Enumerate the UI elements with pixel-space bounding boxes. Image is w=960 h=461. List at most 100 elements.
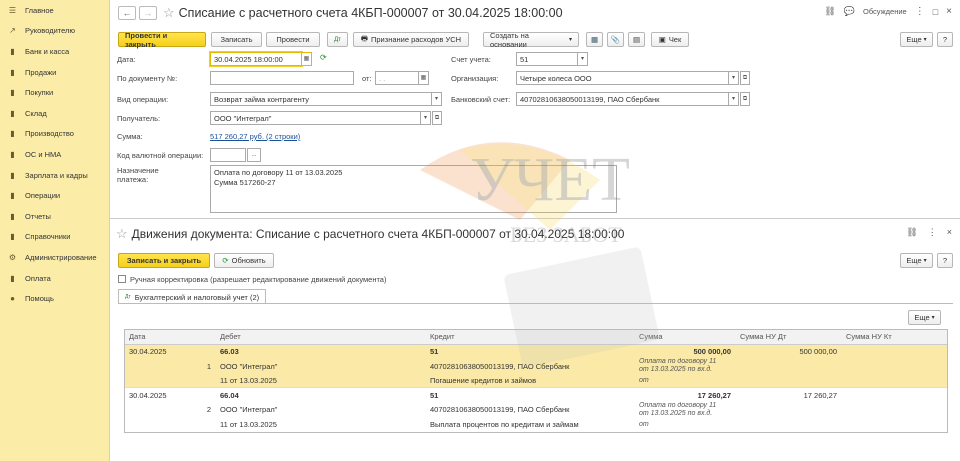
maximize-icon[interactable]: □: [933, 7, 938, 17]
calendar-icon[interactable]: ▦: [419, 71, 429, 85]
select-button[interactable]: ...: [247, 148, 261, 162]
cell-sum[interactable]: 17 260,27: [635, 391, 736, 400]
movements-more-button[interactable]: Еще ▾: [900, 253, 933, 268]
sidebar-item-13[interactable]: ▮ Оплата: [0, 268, 109, 289]
post-button[interactable]: Провести: [266, 32, 320, 47]
date-field[interactable]: 30.04.2025 18:00:00: [210, 52, 302, 66]
col-date[interactable]: Дата: [125, 332, 216, 341]
sidebar-item-2[interactable]: ▮ Банк и касса: [0, 41, 109, 62]
chevron-down-icon[interactable]: ▾: [729, 92, 739, 106]
purpose-textarea[interactable]: Оплата по договору 11 от 13.03.2025 Сумм…: [210, 165, 617, 213]
sidebar-item-6[interactable]: ▮ Производство: [0, 124, 109, 145]
col-nu-dt[interactable]: Сумма НУ Дт: [736, 332, 842, 341]
account-field[interactable]: 51: [516, 52, 578, 66]
cell-date[interactable]: 30.04.2025: [125, 391, 216, 400]
cell-line-number[interactable]: 2: [125, 405, 216, 414]
col-debit[interactable]: Дебет: [216, 332, 426, 341]
create-based-on-button[interactable]: Создать на основании ▾: [483, 31, 579, 49]
sidebar-item-14[interactable]: ● Помощь: [0, 288, 109, 309]
help-button[interactable]: ?: [937, 32, 953, 47]
chevron-down-icon[interactable]: ▾: [578, 52, 588, 66]
cell-sum[interactable]: 500 000,00: [635, 347, 736, 356]
cell-content[interactable]: от: [635, 377, 736, 384]
cell-credit[interactable]: 51: [426, 347, 635, 356]
chevron-down-icon[interactable]: ▾: [421, 111, 431, 125]
cell-date[interactable]: 30.04.2025: [125, 347, 216, 356]
cell-content[interactable]: Оплата по договору 11 от 13.03.2025 по вх…: [635, 358, 736, 374]
refresh-button[interactable]: ⟳ Обновить: [214, 253, 274, 268]
cell-credit-subconto[interactable]: Выплата процентов по кредитам и займам: [426, 420, 635, 429]
sidebar-item-5[interactable]: ▮ Склад: [0, 103, 109, 124]
check-button[interactable]: ▣ Чек: [651, 32, 689, 47]
cell-debit[interactable]: 66.03: [216, 347, 426, 356]
col-nu-kt[interactable]: Сумма НУ Кт: [842, 332, 947, 341]
sidebar-item-10[interactable]: ▮ Отчеты: [0, 206, 109, 227]
calendar-icon[interactable]: ▦: [302, 52, 312, 66]
table-row[interactable]: 11 от 13.03.2025 Выплата процентов по кре…: [125, 417, 947, 432]
tab-accounting[interactable]: Дт Бухгалтерский и налоговый учет (2): [118, 289, 267, 304]
cell-debit-subconto[interactable]: 11 от 13.03.2025: [216, 376, 426, 385]
sidebar-item-9[interactable]: ▮ Операции: [0, 185, 109, 206]
dt-kt-button[interactable]: Дт: [327, 32, 348, 47]
link-icon[interactable]: ⛓: [824, 6, 835, 17]
attach-icon-button[interactable]: 📎: [607, 32, 624, 47]
cell-credit-subconto[interactable]: 40702810638050013199, ПАО Сбербанк: [426, 362, 635, 371]
post-and-close-button[interactable]: Провести и закрыть: [118, 31, 206, 49]
close-icon[interactable]: ×: [947, 227, 952, 238]
history-icon[interactable]: ⟳: [320, 53, 327, 62]
cell-credit-subconto[interactable]: 40702810638050013199, ПАО Сбербанк: [426, 405, 635, 414]
operation-type-select[interactable]: Возврат займа контрагенту: [210, 92, 432, 106]
by-doc-number-field[interactable]: [210, 71, 354, 85]
chevron-down-icon[interactable]: ▾: [432, 92, 442, 106]
sidebar-item-3[interactable]: ▮ Продажи: [0, 62, 109, 83]
sidebar-item-12[interactable]: ⚙ Администрирование: [0, 247, 109, 268]
favorite-star-icon[interactable]: ☆: [116, 226, 128, 242]
movements-help-button[interactable]: ?: [937, 253, 953, 268]
from-date-field[interactable]: . .: [375, 71, 419, 85]
col-sum[interactable]: Сумма: [635, 332, 736, 341]
recipient-field[interactable]: ООО "Интеграл": [210, 111, 421, 125]
save-and-close-button[interactable]: Записать и закрыть: [118, 253, 210, 268]
discussion-link[interactable]: Обсуждение: [863, 7, 907, 16]
cell-nu-dt[interactable]: 17 260,27: [736, 391, 842, 400]
favorite-star-icon[interactable]: ☆: [163, 5, 175, 21]
cell-debit-subconto[interactable]: 11 от 13.03.2025: [216, 420, 426, 429]
sidebar-item-4[interactable]: ▮ Покупки: [0, 82, 109, 103]
more-button[interactable]: Еще ▾: [900, 32, 933, 47]
open-icon[interactable]: ⧉: [740, 71, 750, 85]
manual-adjust-checkbox[interactable]: [118, 275, 126, 283]
table-row[interactable]: 2 ООО "Интеграл" 40702810638050013199, ПАО…: [125, 402, 947, 418]
sum-link[interactable]: 517 260,27 руб. (2 строки): [210, 132, 300, 141]
menu-dots-icon[interactable]: ⋮: [915, 6, 925, 17]
sidebar-item-0[interactable]: ☰ Главное: [0, 0, 109, 21]
sidebar-item-11[interactable]: ▮ Справочники: [0, 227, 109, 248]
cell-debit-subconto[interactable]: ООО "Интеграл": [216, 405, 426, 414]
cell-debit-subconto[interactable]: ООО "Интеграл": [216, 362, 426, 371]
col-credit[interactable]: Кредит: [426, 332, 635, 341]
sidebar-item-7[interactable]: ▮ ОС и НМА: [0, 144, 109, 165]
table-row[interactable]: 1 ООО "Интеграл" 40702810638050013199, ПАО…: [125, 358, 947, 374]
cell-nu-dt[interactable]: 500 000,00: [736, 347, 842, 356]
cell-line-number[interactable]: 1: [125, 362, 216, 371]
menu-dots-icon[interactable]: ⋮: [928, 227, 937, 238]
link-icon[interactable]: ⛓: [906, 227, 917, 238]
sidebar-item-8[interactable]: ▮ Зарплата и кадры: [0, 165, 109, 186]
archive-icon-button[interactable]: ▤: [628, 32, 645, 47]
save-button[interactable]: Записать: [211, 32, 262, 47]
table-more-button[interactable]: Еще ▾: [908, 310, 941, 325]
table-row[interactable]: 30.04.2025 66.04 51 17 260,27 17 260,27: [125, 388, 947, 403]
cell-content[interactable]: от: [635, 421, 736, 428]
cell-content[interactable]: Оплата по договору 11 от 13.03.2025 по вх…: [635, 402, 736, 418]
bank-account-field[interactable]: 40702810638050013199, ПАО Сбербанк: [516, 92, 729, 106]
sidebar-item-1[interactable]: ↗ Руководителю: [0, 21, 109, 42]
discussion-icon[interactable]: 💬: [844, 6, 855, 17]
usn-expense-button[interactable]: 🖶 Признание расходов УСН: [353, 32, 469, 47]
forward-button[interactable]: →: [139, 6, 157, 20]
cell-debit[interactable]: 66.04: [216, 391, 426, 400]
cell-credit-subconto[interactable]: Погашение кредитов и займов: [426, 376, 635, 385]
close-icon[interactable]: ×: [946, 6, 952, 17]
splitter[interactable]: [110, 218, 960, 219]
open-icon[interactable]: ⧉: [740, 92, 750, 106]
structure-icon-button[interactable]: ▦: [586, 32, 603, 47]
organization-field[interactable]: Четыре колеса ООО: [516, 71, 729, 85]
